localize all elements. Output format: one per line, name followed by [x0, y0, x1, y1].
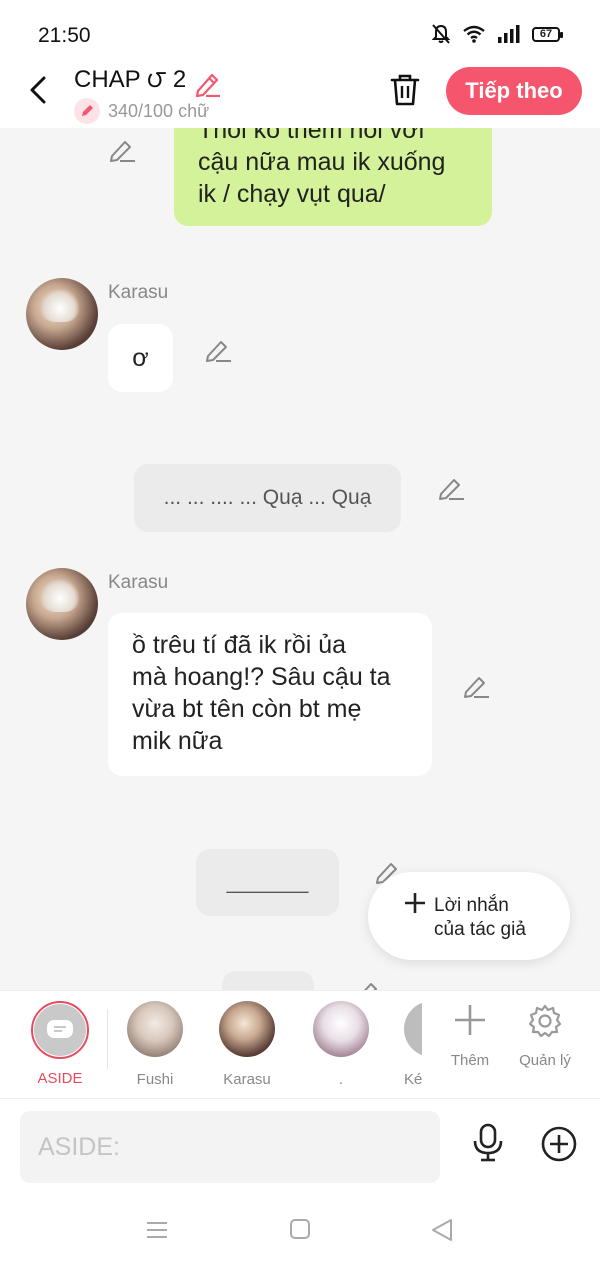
avatar — [404, 1001, 422, 1057]
status-bar: 21:50 67 — [0, 0, 600, 62]
word-count: 340/100 chữ — [74, 98, 209, 124]
plus-icon — [455, 1005, 485, 1035]
status-time: 21:50 — [38, 24, 91, 47]
chapter-title[interactable]: CHAP ౮ 2 — [74, 66, 222, 99]
character-ke[interactable]: Ké — [404, 1001, 422, 1091]
character-karasu[interactable]: Karasu — [207, 1001, 287, 1088]
menu-icon[interactable] — [145, 1218, 169, 1242]
avatar — [313, 1001, 369, 1057]
character-name: Fushi — [136, 1071, 174, 1088]
trash-icon[interactable] — [388, 72, 422, 108]
avatar-karasu[interactable] — [26, 278, 98, 350]
edit-message-icon[interactable] — [204, 336, 232, 364]
avatar-karasu[interactable] — [26, 568, 98, 640]
sender-name: Karasu — [108, 282, 169, 303]
home-icon[interactable] — [289, 1218, 311, 1240]
add-circle-icon[interactable] — [540, 1125, 578, 1163]
aside-avatar — [31, 1001, 89, 1059]
message-line: mà hoang!? Sâu cậu ta — [132, 663, 391, 691]
bell-off-icon — [432, 24, 450, 44]
message-line: mik nữa — [132, 727, 223, 755]
aside-bubble[interactable]: _______ — [196, 849, 339, 916]
chat-bubble-icon — [47, 1020, 73, 1038]
microphone-icon[interactable] — [470, 1123, 506, 1163]
message-line: vừa bt tên còn bt mẹ — [132, 695, 362, 723]
tool-label: Thêm — [450, 1052, 490, 1069]
character-name: . — [338, 1071, 344, 1088]
aside-bubble[interactable]: ... ... .... ... Quạ ... Quạ — [134, 464, 401, 532]
edit-title-icon[interactable] — [192, 69, 222, 97]
character-name: Karasu — [223, 1071, 271, 1088]
message-line: ồ trêu tí đã ik rồi ủa — [132, 631, 347, 659]
manage-button[interactable]: Quản lý — [510, 1003, 580, 1069]
signal-icon — [498, 25, 520, 43]
editor-header: CHAP ౮ 2 340/100 chữ Tiếp theo — [0, 62, 600, 128]
wifi-icon — [463, 25, 485, 43]
author-note-button[interactable]: Lời nhắn của tác giả — [368, 872, 570, 960]
character-name: ASIDE — [37, 1070, 83, 1087]
edit-message-icon[interactable] — [437, 474, 465, 502]
message-line: ik / chạy vụt qua/ — [198, 180, 386, 208]
next-button[interactable]: Tiếp theo — [446, 67, 582, 115]
author-note-label: Lời nhắn — [434, 895, 509, 916]
message-line: Thôi kô thèm nói với — [198, 128, 425, 144]
aside-avatar-inner — [34, 1004, 86, 1056]
battery-icon: 67 — [532, 26, 563, 42]
status-icons: 67 — [432, 24, 563, 44]
chapter-title-text: CHAP ౮ 2 — [74, 66, 187, 93]
message-line: ơ — [132, 344, 149, 372]
pencil-icon — [74, 98, 100, 124]
message-bubble-character[interactable]: ồ trêu tí đã ik rồi ủa mà hoang!? Sâu cậ… — [108, 613, 432, 776]
character-dot[interactable]: . — [301, 1001, 381, 1088]
message-input[interactable]: ASIDE: — [20, 1111, 440, 1183]
avatar — [127, 1001, 183, 1057]
back-icon[interactable] — [430, 1218, 454, 1242]
chat-area[interactable]: Thôi kô thèm nói với cậu nữa mau ik xuốn… — [0, 128, 600, 990]
author-note-label: của tác giả — [434, 919, 526, 940]
message-line: cậu nữa mau ik xuống — [198, 148, 446, 176]
character-fushi[interactable]: Fushi — [115, 1001, 195, 1088]
character-aside[interactable]: ASIDE — [20, 1001, 100, 1087]
character-name: Ké — [404, 1071, 422, 1088]
add-character-button[interactable]: Thêm — [435, 1003, 505, 1069]
system-nav-bar — [0, 1198, 600, 1267]
tool-label: Quản lý — [519, 1052, 571, 1069]
input-bar: ASIDE: — [0, 1098, 600, 1198]
gear-icon — [528, 1004, 562, 1038]
edit-message-icon[interactable] — [462, 672, 490, 700]
character-bar: ASIDE Fushi Karasu . Ké Thêm Quản lý — [0, 990, 600, 1098]
message-bubble-character[interactable]: ơ — [108, 324, 173, 392]
edit-message-icon[interactable] — [108, 136, 136, 164]
edit-message-icon[interactable] — [354, 978, 382, 990]
divider — [107, 1009, 108, 1069]
avatar — [219, 1001, 275, 1057]
back-arrow-icon[interactable] — [24, 72, 54, 108]
sender-name: Karasu — [108, 572, 169, 593]
aside-bubble[interactable] — [222, 971, 314, 990]
message-bubble-self[interactable]: Thôi kô thèm nói với cậu nữa mau ik xuốn… — [174, 128, 492, 226]
plus-icon — [405, 893, 425, 913]
word-count-text: 340/100 chữ — [108, 100, 210, 121]
